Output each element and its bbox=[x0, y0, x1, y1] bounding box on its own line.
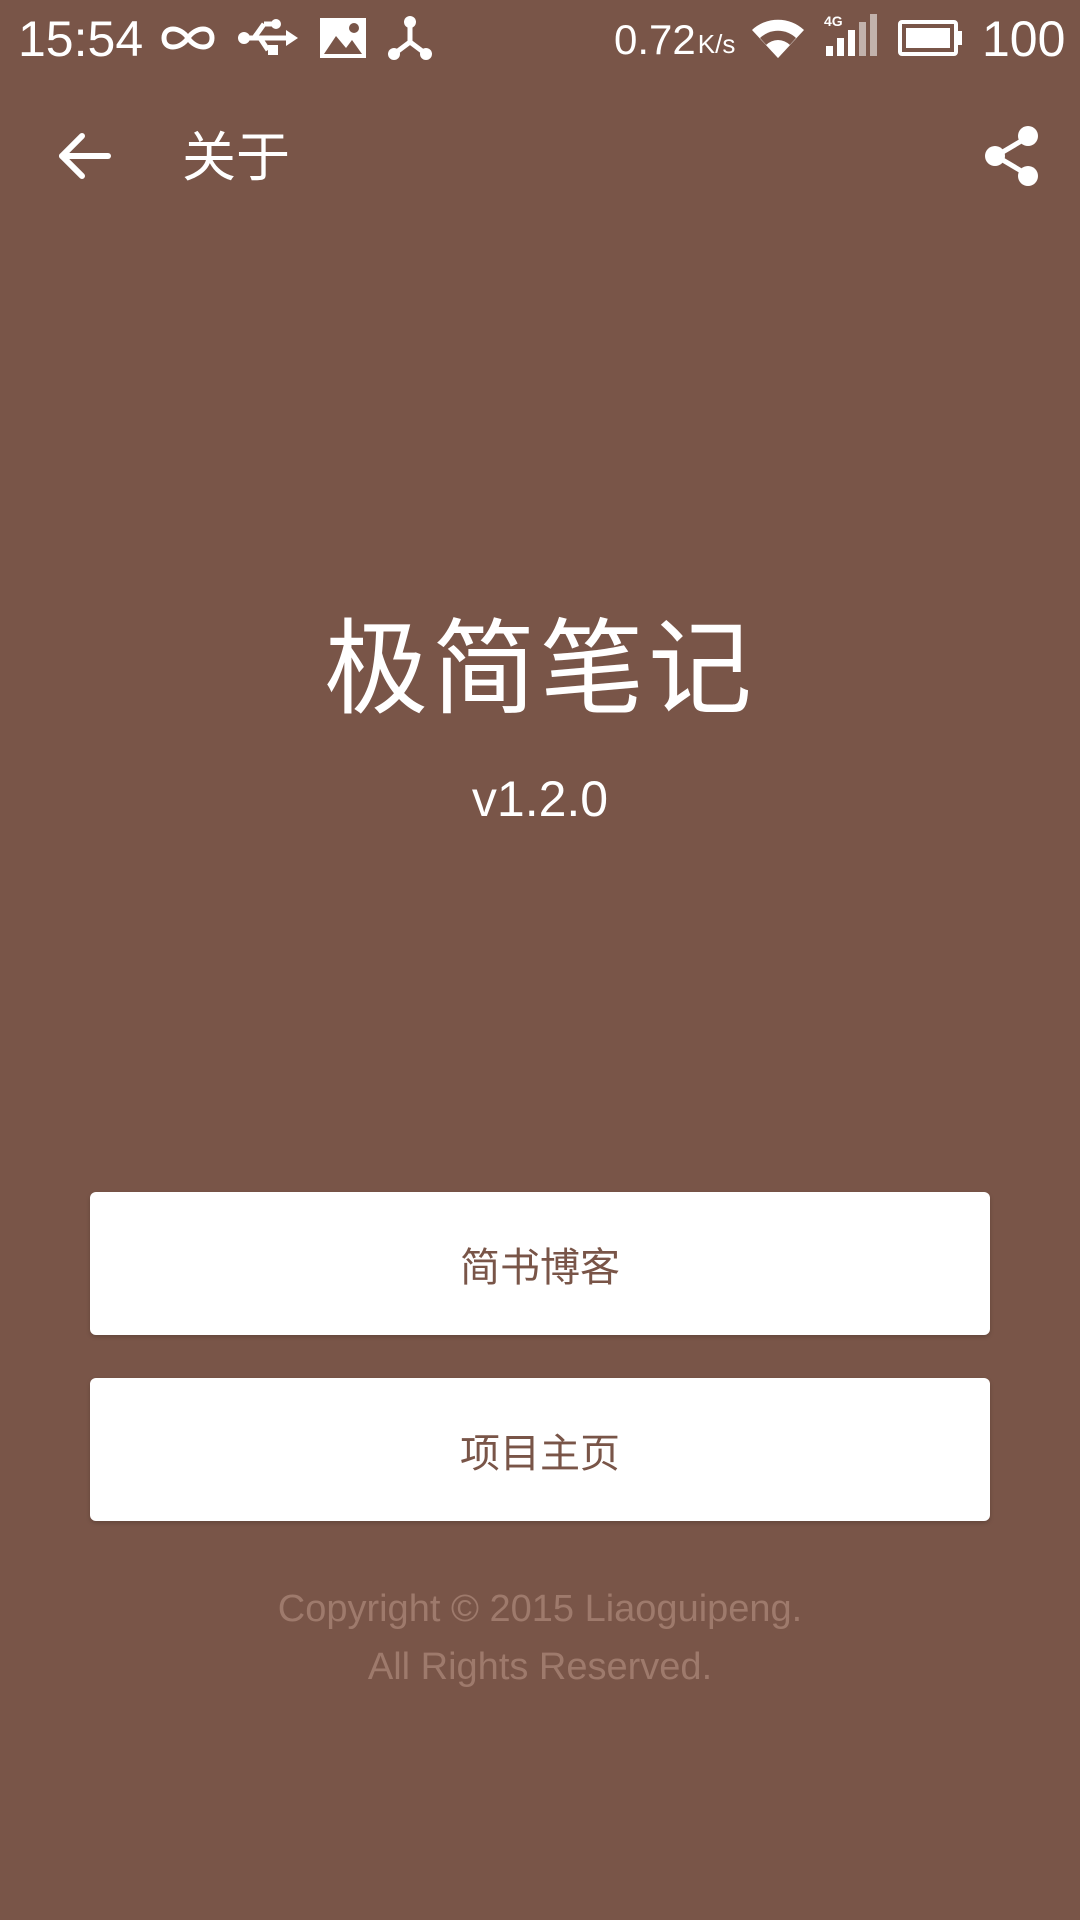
network-speed-value: 0.72 bbox=[614, 16, 696, 63]
battery-icon bbox=[898, 20, 964, 60]
copyright-line-2: All Rights Reserved. bbox=[367, 1646, 713, 1688]
blog-button-label: 简书博客 bbox=[460, 1244, 620, 1291]
app-name: 极简笔记 bbox=[323, 608, 756, 730]
arrow-left-icon bbox=[56, 130, 112, 186]
app-bar: 关于 bbox=[0, 78, 1080, 238]
status-time: 15:54 bbox=[18, 11, 144, 67]
share-network-icon bbox=[386, 14, 434, 66]
signal-4g-icon: 4G bbox=[822, 12, 880, 62]
back-button[interactable] bbox=[44, 122, 124, 194]
status-bar: 15:54 0.72K/s 4G 100 bbox=[0, 0, 1080, 78]
image-icon bbox=[318, 16, 368, 64]
blog-button[interactable]: 简书博客 bbox=[90, 1192, 990, 1335]
usb-icon bbox=[236, 18, 298, 62]
wifi-icon bbox=[750, 16, 806, 64]
page-title: 关于 bbox=[182, 126, 290, 189]
app-version: v1.2.0 bbox=[471, 771, 609, 827]
network-speed-unit: K/s bbox=[697, 29, 736, 59]
share-button[interactable] bbox=[972, 118, 1052, 198]
svg-text:4G: 4G bbox=[824, 13, 843, 29]
copyright-line-1: Copyright © 2015 Liaoguipeng. bbox=[277, 1588, 803, 1630]
copyright: Copyright © 2015 Liaoguipeng. All Rights… bbox=[0, 1580, 1080, 1696]
project-homepage-button-label: 项目主页 bbox=[460, 1430, 620, 1477]
share-icon bbox=[982, 125, 1042, 191]
battery-percent: 100 bbox=[982, 11, 1066, 67]
network-speed: 0.72K/s bbox=[614, 10, 735, 70]
project-homepage-button[interactable]: 项目主页 bbox=[90, 1378, 990, 1521]
infinity-icon bbox=[158, 20, 218, 60]
